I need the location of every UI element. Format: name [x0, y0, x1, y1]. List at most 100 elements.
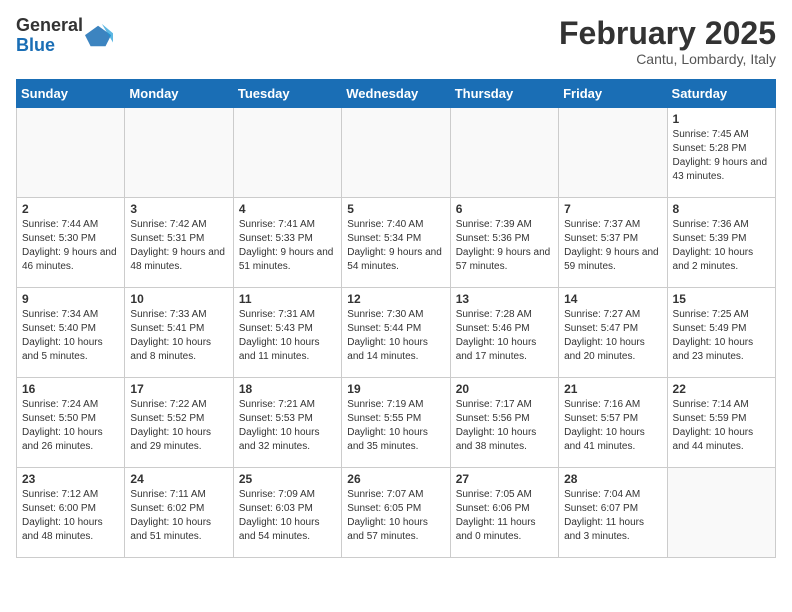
calendar-cell: 17 Sunrise: 7:22 AM Sunset: 5:52 PM Dayli… — [125, 378, 233, 468]
day-number: 4 — [239, 202, 336, 216]
day-number: 7 — [564, 202, 661, 216]
day-header-tuesday: Tuesday — [233, 80, 341, 108]
calendar-cell: 11 Sunrise: 7:31 AM Sunset: 5:43 PM Dayli… — [233, 288, 341, 378]
day-info: Sunrise: 7:36 AM Sunset: 5:39 PM Dayligh… — [673, 218, 770, 274]
calendar-cell: 16 Sunrise: 7:24 AM Sunset: 5:50 PM Dayli… — [17, 378, 125, 468]
day-number: 25 — [239, 472, 336, 486]
day-info: Sunrise: 7:24 AM Sunset: 5:50 PM Dayligh… — [22, 398, 119, 454]
day-number: 12 — [347, 292, 444, 306]
day-info: Sunrise: 7:19 AM Sunset: 5:55 PM Dayligh… — [347, 398, 444, 454]
day-info: Sunrise: 7:27 AM Sunset: 5:47 PM Dayligh… — [564, 308, 661, 364]
day-info: Sunrise: 7:31 AM Sunset: 5:43 PM Dayligh… — [239, 308, 336, 364]
day-info: Sunrise: 7:33 AM Sunset: 5:41 PM Dayligh… — [130, 308, 227, 364]
logo-blue: Blue — [16, 36, 83, 56]
day-info: Sunrise: 7:40 AM Sunset: 5:34 PM Dayligh… — [347, 218, 444, 274]
day-header-saturday: Saturday — [667, 80, 775, 108]
day-header-wednesday: Wednesday — [342, 80, 450, 108]
day-info: Sunrise: 7:07 AM Sunset: 6:05 PM Dayligh… — [347, 488, 444, 544]
day-number: 14 — [564, 292, 661, 306]
day-number: 27 — [456, 472, 553, 486]
day-number: 6 — [456, 202, 553, 216]
calendar-cell: 23Sunrise: 7:12 AM Sunset: 6:00 PM Dayli… — [17, 468, 125, 558]
calendar-cell: 27Sunrise: 7:05 AM Sunset: 6:06 PM Dayli… — [450, 468, 558, 558]
day-number: 13 — [456, 292, 553, 306]
calendar-cell: 26 Sunrise: 7:07 AM Sunset: 6:05 PM Dayli… — [342, 468, 450, 558]
day-info: Sunrise: 7:45 AM Sunset: 5:28 PM Dayligh… — [673, 128, 770, 184]
calendar-cell: 9 Sunrise: 7:34 AM Sunset: 5:40 PM Daylig… — [17, 288, 125, 378]
month-title: February 2025 — [559, 16, 776, 51]
day-number: 22 — [673, 382, 770, 396]
calendar-cell — [17, 108, 125, 198]
day-number: 9 — [22, 292, 119, 306]
day-number: 26 — [347, 472, 444, 486]
day-info: Sunrise: 7:34 AM Sunset: 5:40 PM Dayligh… — [22, 308, 119, 364]
calendar-cell: 7Sunrise: 7:37 AM Sunset: 5:37 PM Daylig… — [559, 198, 667, 288]
day-info: Sunrise: 7:25 AM Sunset: 5:49 PM Dayligh… — [673, 308, 770, 364]
calendar-cell: 28Sunrise: 7:04 AM Sunset: 6:07 PM Dayli… — [559, 468, 667, 558]
calendar-cell: 14 Sunrise: 7:27 AM Sunset: 5:47 PM Dayli… — [559, 288, 667, 378]
calendar-cell: 22 Sunrise: 7:14 AM Sunset: 5:59 PM Dayli… — [667, 378, 775, 468]
day-info: Sunrise: 7:44 AM Sunset: 5:30 PM Dayligh… — [22, 218, 119, 274]
day-info: Sunrise: 7:16 AM Sunset: 5:57 PM Dayligh… — [564, 398, 661, 454]
calendar-cell: 6 Sunrise: 7:39 AM Sunset: 5:36 PM Daylig… — [450, 198, 558, 288]
calendar-cell: 18Sunrise: 7:21 AM Sunset: 5:53 PM Dayli… — [233, 378, 341, 468]
calendar-cell: 25 Sunrise: 7:09 AM Sunset: 6:03 PM Dayli… — [233, 468, 341, 558]
calendar-cell — [125, 108, 233, 198]
calendar-cell: 4 Sunrise: 7:41 AM Sunset: 5:33 PM Daylig… — [233, 198, 341, 288]
calendar-cell: 2 Sunrise: 7:44 AM Sunset: 5:30 PM Daylig… — [17, 198, 125, 288]
calendar-cell — [667, 468, 775, 558]
calendar-cell: 8Sunrise: 7:36 AM Sunset: 5:39 PM Daylig… — [667, 198, 775, 288]
day-info: Sunrise: 7:42 AM Sunset: 5:31 PM Dayligh… — [130, 218, 227, 274]
day-header-thursday: Thursday — [450, 80, 558, 108]
day-number: 23 — [22, 472, 119, 486]
logo-icon — [85, 22, 113, 50]
calendar-cell: 21 Sunrise: 7:16 AM Sunset: 5:57 PM Dayli… — [559, 378, 667, 468]
day-number: 5 — [347, 202, 444, 216]
calendar-cell — [450, 108, 558, 198]
calendar-cell: 15Sunrise: 7:25 AM Sunset: 5:49 PM Dayli… — [667, 288, 775, 378]
day-number: 10 — [130, 292, 227, 306]
day-number: 21 — [564, 382, 661, 396]
day-info: Sunrise: 7:04 AM Sunset: 6:07 PM Dayligh… — [564, 488, 661, 544]
calendar-cell: 5 Sunrise: 7:40 AM Sunset: 5:34 PM Daylig… — [342, 198, 450, 288]
logo: General Blue — [16, 16, 113, 56]
day-number: 19 — [347, 382, 444, 396]
day-header-monday: Monday — [125, 80, 233, 108]
day-info: Sunrise: 7:30 AM Sunset: 5:44 PM Dayligh… — [347, 308, 444, 364]
day-info: Sunrise: 7:39 AM Sunset: 5:36 PM Dayligh… — [456, 218, 553, 274]
calendar-cell — [233, 108, 341, 198]
day-info: Sunrise: 7:41 AM Sunset: 5:33 PM Dayligh… — [239, 218, 336, 274]
calendar-cell: 1Sunrise: 7:45 AM Sunset: 5:28 PM Daylig… — [667, 108, 775, 198]
calendar-cell — [342, 108, 450, 198]
day-number: 11 — [239, 292, 336, 306]
calendar-cell: 24 Sunrise: 7:11 AM Sunset: 6:02 PM Dayli… — [125, 468, 233, 558]
day-number: 17 — [130, 382, 227, 396]
calendar-table: SundayMondayTuesdayWednesdayThursdayFrid… — [16, 79, 776, 558]
calendar-cell: 3Sunrise: 7:42 AM Sunset: 5:31 PM Daylig… — [125, 198, 233, 288]
week-row-1: 2 Sunrise: 7:44 AM Sunset: 5:30 PM Daylig… — [17, 198, 776, 288]
day-info: Sunrise: 7:09 AM Sunset: 6:03 PM Dayligh… — [239, 488, 336, 544]
day-number: 2 — [22, 202, 119, 216]
week-row-0: 1Sunrise: 7:45 AM Sunset: 5:28 PM Daylig… — [17, 108, 776, 198]
page-header: General Blue February 2025 Cantu, Lombar… — [16, 16, 776, 67]
title-block: February 2025 Cantu, Lombardy, Italy — [559, 16, 776, 67]
week-row-2: 9 Sunrise: 7:34 AM Sunset: 5:40 PM Daylig… — [17, 288, 776, 378]
subtitle: Cantu, Lombardy, Italy — [559, 51, 776, 67]
day-info: Sunrise: 7:22 AM Sunset: 5:52 PM Dayligh… — [130, 398, 227, 454]
day-info: Sunrise: 7:17 AM Sunset: 5:56 PM Dayligh… — [456, 398, 553, 454]
calendar-cell: 12 Sunrise: 7:30 AM Sunset: 5:44 PM Dayli… — [342, 288, 450, 378]
day-info: Sunrise: 7:21 AM Sunset: 5:53 PM Dayligh… — [239, 398, 336, 454]
calendar-cell — [559, 108, 667, 198]
logo-text: General Blue — [16, 16, 83, 56]
day-info: Sunrise: 7:14 AM Sunset: 5:59 PM Dayligh… — [673, 398, 770, 454]
day-number: 16 — [22, 382, 119, 396]
day-header-friday: Friday — [559, 80, 667, 108]
day-info: Sunrise: 7:11 AM Sunset: 6:02 PM Dayligh… — [130, 488, 227, 544]
logo-general: General — [16, 16, 83, 36]
day-number: 20 — [456, 382, 553, 396]
calendar-cell: 13Sunrise: 7:28 AM Sunset: 5:46 PM Dayli… — [450, 288, 558, 378]
day-header-sunday: Sunday — [17, 80, 125, 108]
calendar-cell: 10 Sunrise: 7:33 AM Sunset: 5:41 PM Dayli… — [125, 288, 233, 378]
day-number: 24 — [130, 472, 227, 486]
calendar-header-row: SundayMondayTuesdayWednesdayThursdayFrid… — [17, 80, 776, 108]
